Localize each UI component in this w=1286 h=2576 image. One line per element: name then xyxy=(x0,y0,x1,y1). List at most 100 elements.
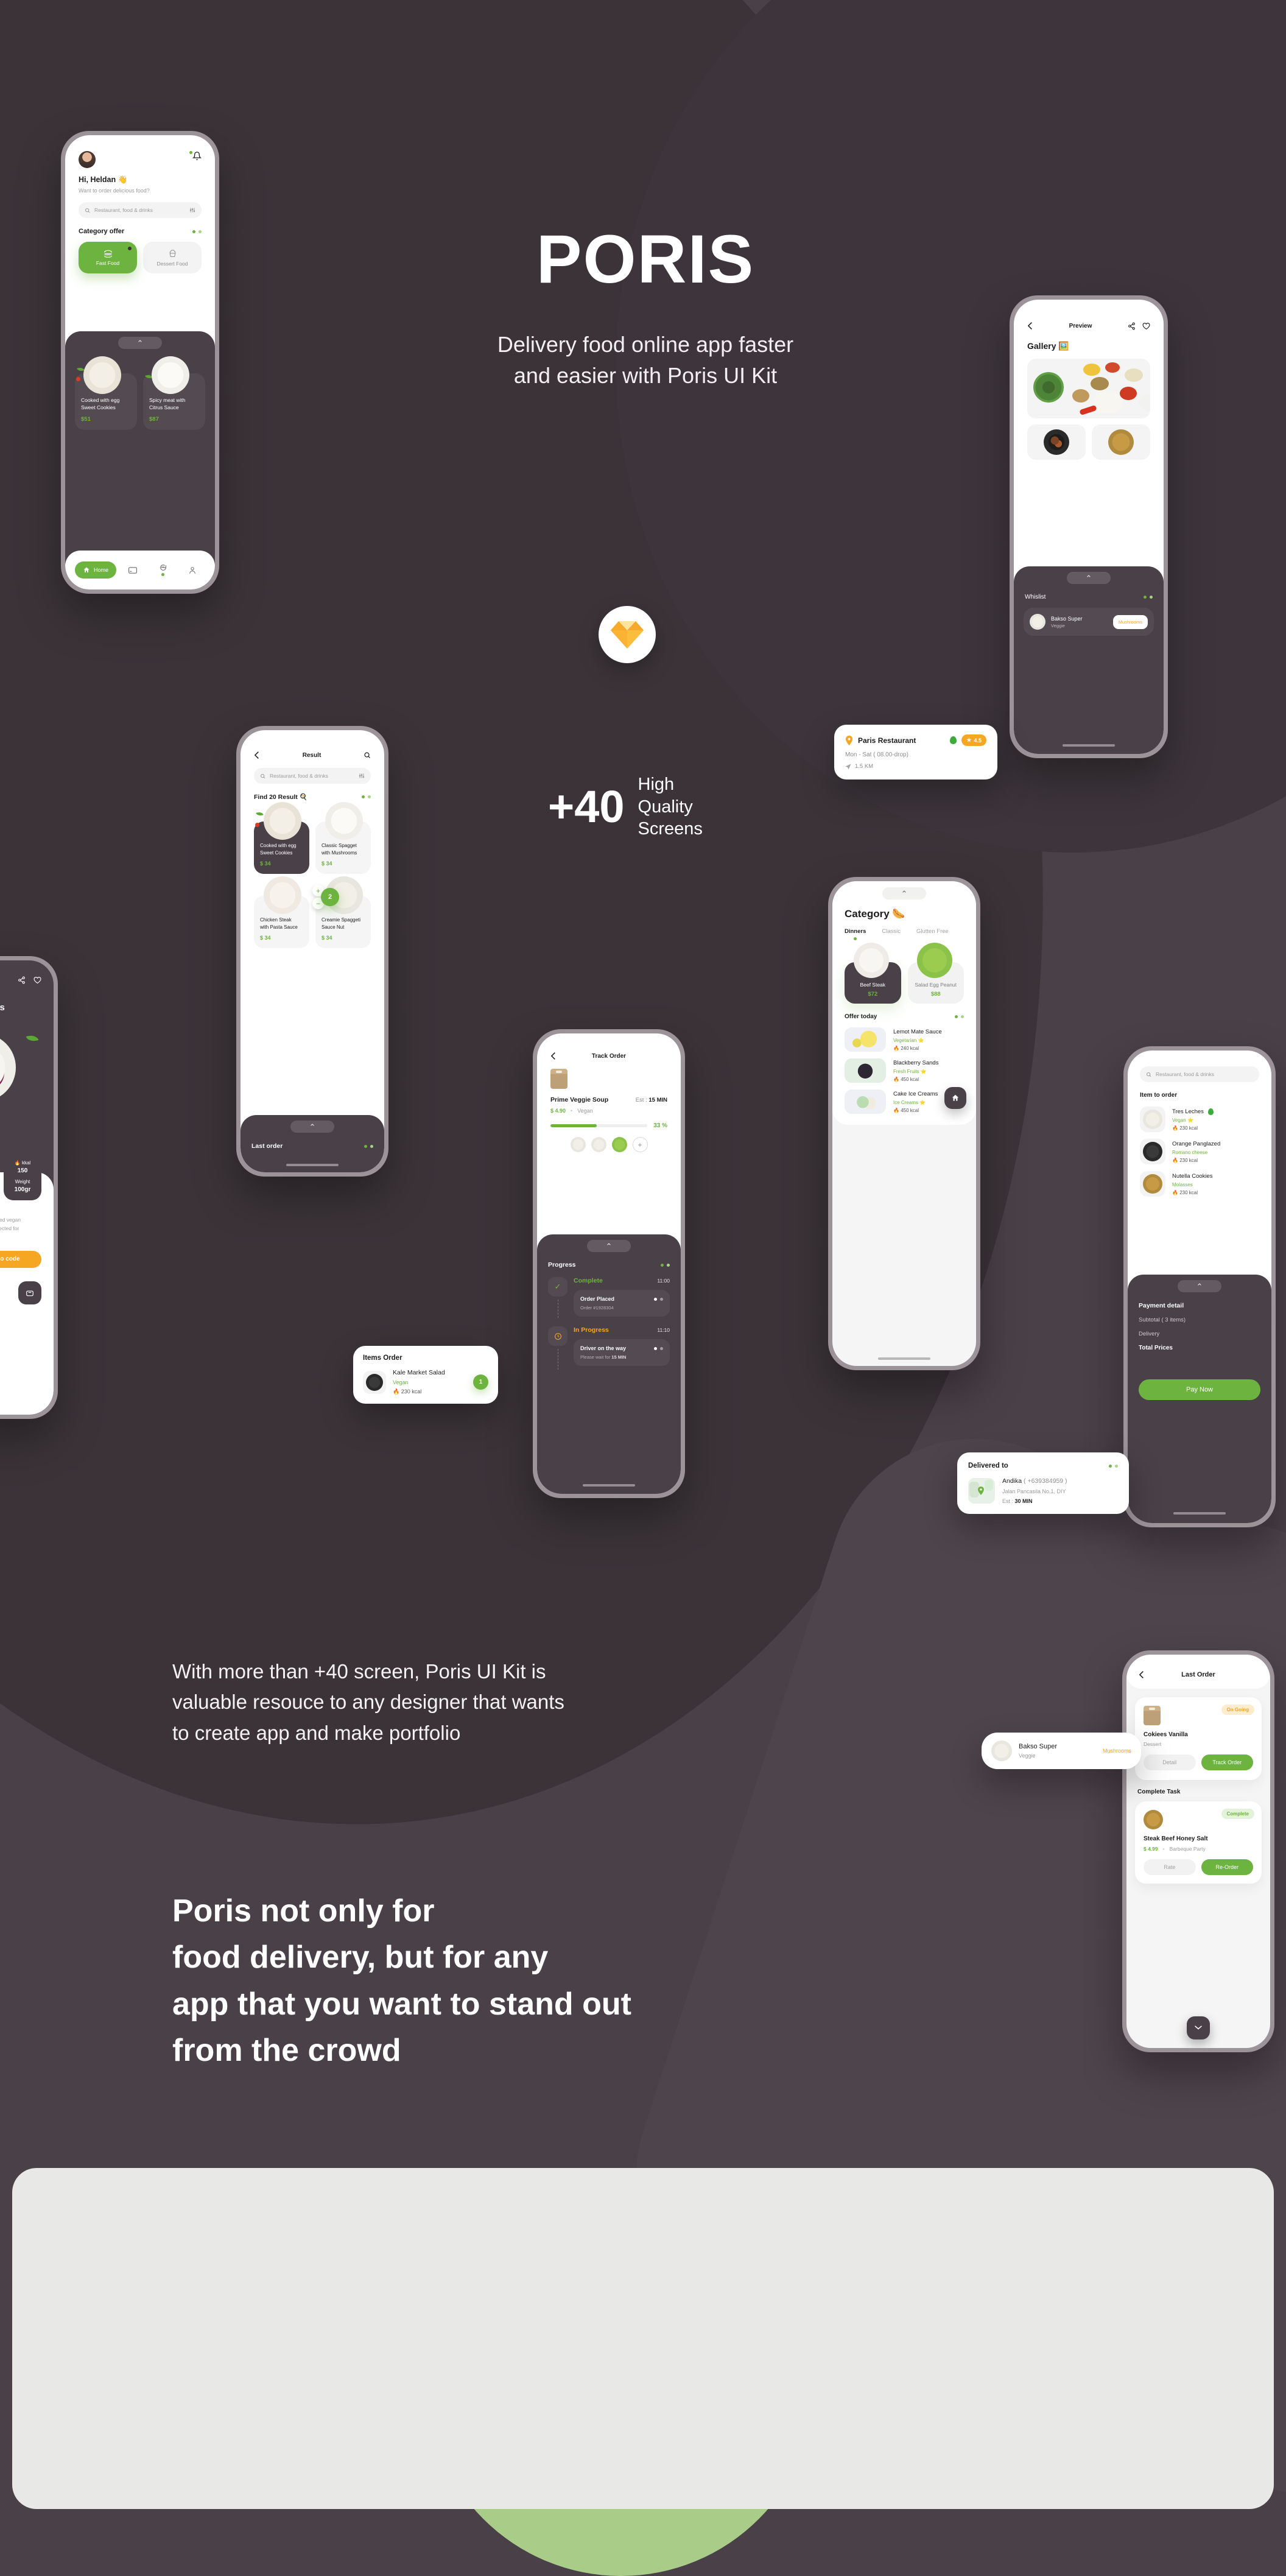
progress-step-complete: ✓ Complete 11:00 Order Placed Order #192… xyxy=(537,1269,681,1318)
chevron-left-icon[interactable] xyxy=(550,1052,557,1060)
category-card-fast-food[interactable]: Fast Food xyxy=(79,242,137,273)
dot-inactive xyxy=(199,230,202,233)
step-card-inprogress[interactable]: Driver on the way Please wait for 15 MIN xyxy=(574,1339,670,1366)
sheet-grabber[interactable]: ⌃ xyxy=(1067,572,1111,584)
offer-row-1[interactable]: Lemot Mate Sauce Vegetarian ⭐ 🔥 240 kcal xyxy=(845,1027,964,1052)
last-order-screen: Last Order On Going Cokiees Vanilla Dess… xyxy=(1126,1655,1270,2048)
count-label-line-3: Screens xyxy=(638,819,703,839)
spice-bowl-4 xyxy=(1091,377,1109,390)
ongoing-track-button[interactable]: Track Order xyxy=(1201,1754,1253,1770)
kcal-value: 150 xyxy=(17,1167,28,1174)
chevron-left-icon[interactable] xyxy=(254,751,260,759)
search-input[interactable]: Restaurant, food & drinks xyxy=(79,202,202,218)
dot-active xyxy=(654,1346,657,1350)
gallery-hero-image[interactable] xyxy=(1027,359,1150,418)
order-thumb-2[interactable] xyxy=(591,1137,606,1152)
share-icon[interactable] xyxy=(1128,322,1136,330)
checkout-item-image-2 xyxy=(1143,1142,1162,1161)
items-order-image-wrap xyxy=(363,1370,386,1394)
order-thumb-3[interactable] xyxy=(611,1137,627,1152)
scroll-down-fab[interactable] xyxy=(1187,2016,1210,2039)
checkout-item-2[interactable]: Orange Panglazed Romano cheese 🔥 230 kca… xyxy=(1140,1139,1259,1164)
sheet-grabber[interactable]: ⌃ xyxy=(118,337,162,349)
dish-price-1: $51 xyxy=(81,415,91,423)
search-icon[interactable] xyxy=(364,751,371,759)
pay-now-button[interactable]: Pay Now xyxy=(1139,1379,1260,1400)
bakso-card[interactable]: Bakso Super Veggie Mushrooms xyxy=(982,1733,1141,1769)
promotions-text-line-2: passion fruit cookies and try connected … xyxy=(0,1225,19,1231)
tab-home[interactable]: Home xyxy=(75,561,117,579)
sliders-icon[interactable] xyxy=(359,773,365,779)
chevron-left-icon[interactable] xyxy=(1139,1670,1145,1679)
items-order-card[interactable]: Items Order Kale Market Salad Vegan 🔥 23… xyxy=(353,1346,498,1404)
tab-dinners[interactable]: Dinners xyxy=(845,928,866,940)
avatar[interactable] xyxy=(79,151,96,168)
share-icon[interactable] xyxy=(18,976,26,984)
restaurant-card[interactable]: Paris Restaurant ★ 4.5 Mon - Sat ( 08.00… xyxy=(834,725,997,779)
add-to-cart-button[interactable]: Add to Cart xyxy=(0,1289,11,1296)
gallery-thumb-2[interactable] xyxy=(1092,424,1150,460)
order-thumb-1[interactable] xyxy=(570,1137,586,1152)
category-label-fast-food: Fast Food xyxy=(96,259,120,266)
phone-preview-screen: Preview Gallery 🖼️ ⌃ Whislist Bakso Supe… xyxy=(1010,295,1168,758)
sliders-icon[interactable] xyxy=(189,207,195,213)
dot-inactive xyxy=(667,1263,670,1267)
sheet-grabber[interactable]: ⌃ xyxy=(882,887,926,899)
category-selected-dot xyxy=(128,247,132,250)
search-input[interactable]: Restaurant, food & drinks xyxy=(254,768,371,784)
rate-button[interactable]: Rate xyxy=(1144,1859,1196,1875)
add-item-button[interactable]: + xyxy=(632,1137,648,1152)
notification-button[interactable] xyxy=(189,151,202,164)
bakso-tag[interactable]: Mushrooms xyxy=(1103,1748,1131,1754)
ongoing-order-card[interactable]: On Going Cokiees Vanilla Dessert Detail … xyxy=(1135,1697,1262,1780)
items-order-image xyxy=(366,1373,383,1391)
search-icon xyxy=(261,773,265,778)
search-input[interactable]: Restaurant, food & drinks xyxy=(1140,1066,1259,1082)
ongoing-detail-button[interactable]: Detail xyxy=(1144,1754,1196,1770)
offer-row-2[interactable]: Blackberry Sands Fresh Fruits ⭐ 🔥 450 kc… xyxy=(845,1058,964,1083)
tab-profile[interactable] xyxy=(179,566,205,574)
offer-image-2 xyxy=(845,1058,886,1083)
fire-icon: 🔥 xyxy=(393,1388,400,1395)
paragraph-line-1: With more than +40 screen, Poris UI Kit … xyxy=(172,1660,546,1683)
cupcake-icon xyxy=(169,249,175,257)
reorder-button[interactable]: Re-Order xyxy=(1201,1859,1253,1875)
home-fab-button[interactable] xyxy=(944,1087,966,1109)
category-card-dessert-food[interactable]: Dessert Food xyxy=(143,242,202,273)
tab-glutten-free[interactable]: Glutten Free xyxy=(916,928,949,935)
count-label-line-2: Quality xyxy=(638,797,693,817)
checkout-item-3[interactable]: Nutella Cookies Molasses 🔥 230 kcal xyxy=(1140,1171,1259,1197)
result-price-4: $ 34 xyxy=(322,935,332,941)
delivered-to-card[interactable]: Delivered to Andika ( +639384959 ) Jalan… xyxy=(957,1452,1129,1514)
pagination-dots xyxy=(661,1263,670,1267)
category-screen: ⌃ Category 🌭 Dinners Classic Glutten Fre… xyxy=(832,881,976,1366)
try-promo-code-button[interactable]: Try promo code xyxy=(0,1250,41,1268)
whishlist-item[interactable]: Bakso Super Veggie Mushrooms xyxy=(1024,608,1154,636)
checkout-item-1[interactable]: Tres Leches Vegan ⭐ 🔥 230 kcal xyxy=(1140,1107,1259,1132)
category-card-price-2: $88 xyxy=(930,991,941,998)
sheet-grabber[interactable]: ⌃ xyxy=(290,1121,334,1133)
gallery-thumb-1[interactable] xyxy=(1027,424,1086,460)
home-indicator xyxy=(1063,744,1115,747)
heart-icon[interactable] xyxy=(33,976,41,984)
checkout-item-name-3: Nutella Cookies xyxy=(1172,1172,1213,1180)
ongoing-order-tag: Dessert xyxy=(1144,1741,1162,1747)
status-badge-complete: Complete xyxy=(1221,1809,1254,1819)
sheet-grabber[interactable]: ⌃ xyxy=(587,1240,631,1252)
chevron-left-icon[interactable] xyxy=(1027,322,1033,330)
tagline-closing-line-2: food delivery, but for any xyxy=(172,1940,549,1976)
promotions-text-line-3: more discount xyxy=(0,1233,41,1241)
offer-row-3[interactable]: Cake Ice Creams Ice Creams ⭐ 🔥 450 kcal xyxy=(845,1087,966,1114)
whishlist-item-tag[interactable]: Mushrooms xyxy=(1112,614,1148,629)
tab-wallet[interactable] xyxy=(120,566,146,574)
tab-classic[interactable]: Classic xyxy=(882,928,901,935)
tab-chat[interactable] xyxy=(150,564,176,576)
step-card-complete[interactable]: Order Placed Order #1928304 xyxy=(574,1290,670,1317)
complete-order-card[interactable]: Complete Steak Beef Honey Salt $ 4.99 • … xyxy=(1135,1801,1262,1884)
delivered-est-label: Est : xyxy=(1002,1498,1015,1504)
checkout-screen: Restaurant, food & drinks Item to order … xyxy=(1128,1050,1271,1523)
sheet-grabber[interactable]: ⌃ xyxy=(1178,1280,1221,1292)
heart-icon[interactable] xyxy=(1142,322,1150,330)
cart-button[interactable] xyxy=(18,1281,41,1304)
check-icon: ✓ xyxy=(548,1277,567,1297)
